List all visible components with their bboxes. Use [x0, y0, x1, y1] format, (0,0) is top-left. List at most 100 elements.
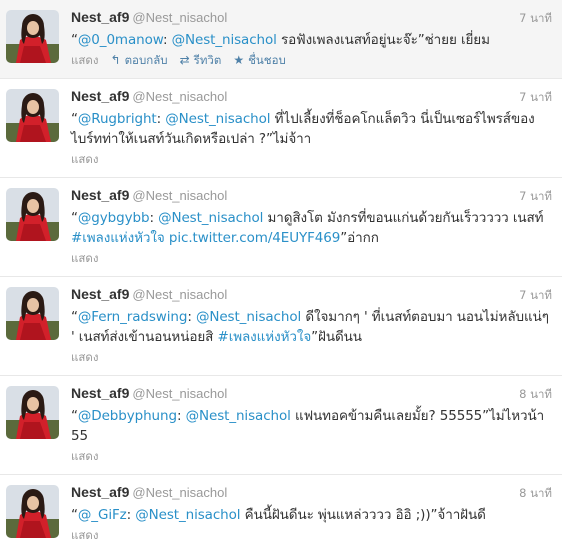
user-name[interactable]: Nest_af9: [71, 286, 129, 302]
tweet-text-segment: :: [126, 507, 136, 523]
tweet-text-segment: “: [71, 507, 78, 523]
tweet-timeline: Nest_af9 @Nest_nisachol 7 นาที “@0_0manow: …: [0, 0, 562, 553]
tweet-text-segment: “: [71, 210, 78, 226]
tweet-link[interactable]: @0_0manow: [78, 32, 163, 48]
tweet-link[interactable]: pic.twitter.com/4EUYF469: [169, 230, 340, 246]
avatar[interactable]: [6, 485, 59, 538]
tweet-text: “@0_0manow: @Nest_nisachol รอฟังเพลงเนสท…: [71, 28, 552, 50]
tweet-content: Nest_af9 @Nest_nisachol 7 นาที “@0_0manow: …: [71, 6, 552, 70]
tweet-link[interactable]: @Nest_nisachol: [172, 32, 277, 48]
user-name[interactable]: Nest_af9: [71, 385, 129, 401]
tweet-item: Nest_af9 @Nest_nisachol 7 นาที “@Fern_radsw…: [0, 277, 562, 376]
show-label: แสดง: [71, 350, 99, 364]
show-button[interactable]: แสดง: [71, 527, 99, 545]
tweet-text: “@Fern_radswing: @Nest_nisachol ดีใจมากๆ…: [71, 305, 552, 347]
tweet-header: Nest_af9 @Nest_nisachol 7 นาที: [71, 283, 552, 305]
tweet-timestamp[interactable]: 7 นาที: [519, 287, 552, 305]
retweet-icon: ⇄: [179, 53, 190, 67]
tweet-actions: แสดง: [71, 151, 552, 169]
retweet-label: รีทวิต: [193, 53, 222, 67]
tweet-timestamp[interactable]: 7 นาที: [519, 10, 552, 28]
tweet-text: “@gybgybb: @Nest_nisachol มาดูสิงโต มังก…: [71, 206, 552, 248]
tweet-text-segment: “: [71, 32, 78, 48]
avatar[interactable]: [6, 89, 59, 142]
tweet-link[interactable]: @Nest_nisachol: [135, 507, 240, 523]
tweet-text-segment: :: [162, 32, 172, 48]
tweet-actions: แสดง ↰ ตอบกลับ ⇄ รีทวิต ★ ชื่นชอบ: [71, 52, 552, 70]
tweet-item: Nest_af9 @Nest_nisachol 7 นาที “@gybgybb: @…: [0, 178, 562, 277]
star-icon: ★: [233, 53, 245, 67]
tweet-text-segment: :: [176, 408, 186, 424]
show-button[interactable]: แสดง: [71, 250, 99, 268]
user-handle[interactable]: @Nest_nisachol: [132, 485, 227, 500]
user-handle[interactable]: @Nest_nisachol: [132, 89, 227, 104]
tweet-header: Nest_af9 @Nest_nisachol 7 นาที: [71, 6, 552, 28]
tweet-timestamp[interactable]: 7 นาที: [519, 188, 552, 206]
tweet-link[interactable]: @Debbyphung: [78, 408, 177, 424]
tweet-text-segment: :: [149, 210, 159, 226]
show-button[interactable]: แสดง: [71, 52, 99, 70]
tweet-link[interactable]: @Rugbright: [78, 111, 157, 127]
tweet-link[interactable]: @Nest_nisachol: [186, 408, 291, 424]
tweet-content: Nest_af9 @Nest_nisachol 7 นาที “@Fern_radsw…: [71, 283, 552, 367]
tweet-actions: แสดง: [71, 527, 552, 545]
show-button[interactable]: แสดง: [71, 151, 99, 169]
show-label: แสดง: [71, 53, 99, 67]
tweet-text: “@Rugbright: @Nest_nisachol ที่ไปเลี้ยงท…: [71, 107, 552, 149]
reply-label: ตอบกลับ: [124, 53, 168, 67]
tweet-link[interactable]: @Nest_nisachol: [196, 309, 301, 325]
tweet-link[interactable]: @Fern_radswing: [78, 309, 188, 325]
tweet-link[interactable]: @Nest_nisachol: [158, 210, 263, 226]
tweet-text-segment: ”อ่ากก: [340, 230, 379, 246]
tweet-link[interactable]: @_GiFz: [78, 507, 127, 523]
tweet-text: “@Debbyphung: @Nest_nisachol แฟนทอคข้ามค…: [71, 404, 552, 446]
tweet-item: Nest_af9 @Nest_nisachol 8 นาที “@Debbyphung…: [0, 376, 562, 475]
tweet-text-segment: รอฟังเพลงเนสท์อยู่นะจ๊ะ”ช่ายย เยี่ยม: [276, 32, 490, 48]
tweet-header: Nest_af9 @Nest_nisachol 8 นาที: [71, 382, 552, 404]
avatar[interactable]: [6, 287, 59, 340]
user-handle[interactable]: @Nest_nisachol: [132, 10, 227, 25]
favorite-button[interactable]: ★ ชื่นชอบ: [233, 52, 285, 70]
user-handle[interactable]: @Nest_nisachol: [132, 386, 227, 401]
tweet-text-segment: มาดูสิงโต มังกรที่ขอนแก่นด้วยกันเร็ววววว…: [263, 210, 544, 226]
tweet-content: Nest_af9 @Nest_nisachol 8 นาที “@Debbyphung…: [71, 382, 552, 466]
avatar[interactable]: [6, 10, 59, 63]
tweet-text-segment: คืนนี้ฝันดีนะ พุ่นแหล่วววว อิอิ ;))”จ้าา…: [240, 507, 486, 523]
tweet-link[interactable]: @gybgybb: [78, 210, 150, 226]
tweet-timestamp[interactable]: 8 นาที: [519, 485, 552, 503]
show-label: แสดง: [71, 251, 99, 265]
avatar[interactable]: [6, 188, 59, 241]
user-name[interactable]: Nest_af9: [71, 484, 129, 500]
tweet-item: Nest_af9 @Nest_nisachol 7 นาที “@0_0manow: …: [0, 0, 562, 79]
favorite-label: ชื่นชอบ: [248, 53, 286, 67]
user-name[interactable]: Nest_af9: [71, 88, 129, 104]
tweet-timestamp[interactable]: 7 นาที: [519, 89, 552, 107]
show-button[interactable]: แสดง: [71, 448, 99, 466]
show-label: แสดง: [71, 528, 99, 542]
tweet-header: Nest_af9 @Nest_nisachol 7 นาที: [71, 85, 552, 107]
avatar[interactable]: [6, 386, 59, 439]
user-name[interactable]: Nest_af9: [71, 187, 129, 203]
user-handle[interactable]: @Nest_nisachol: [132, 287, 227, 302]
tweet-text-segment: “: [71, 309, 78, 325]
reply-button[interactable]: ↰ ตอบกลับ: [111, 52, 168, 70]
tweet-actions: แสดง: [71, 250, 552, 268]
user-handle[interactable]: @Nest_nisachol: [132, 188, 227, 203]
tweet-timestamp[interactable]: 8 นาที: [519, 386, 552, 404]
tweet-header: Nest_af9 @Nest_nisachol 8 นาที: [71, 481, 552, 503]
tweet-actions: แสดง: [71, 448, 552, 466]
user-name[interactable]: Nest_af9: [71, 9, 129, 25]
show-button[interactable]: แสดง: [71, 349, 99, 367]
tweet-text-segment: :: [187, 309, 196, 325]
retweet-button[interactable]: ⇄ รีทวิต: [180, 52, 222, 70]
tweet-text: “@_GiFz: @Nest_nisachol คืนนี้ฝันดีนะ พุ…: [71, 503, 552, 525]
tweet-text-segment: “: [71, 408, 78, 424]
tweet-item: Nest_af9 @Nest_nisachol 7 นาที “@Rugbright:…: [0, 79, 562, 178]
tweet-link[interactable]: @Nest_nisachol: [165, 111, 270, 127]
tweet-text-segment: “: [71, 111, 78, 127]
tweet-link[interactable]: #เพลงแห่งหัวใจ: [71, 230, 165, 246]
show-label: แสดง: [71, 152, 99, 166]
tweet-link[interactable]: #เพลงแห่งหัวใจ: [217, 329, 311, 345]
tweet-content: Nest_af9 @Nest_nisachol 7 นาที “@Rugbright:…: [71, 85, 552, 169]
tweet-item: Nest_af9 @Nest_nisachol 8 นาที “@_GiFz: @Ne…: [0, 475, 562, 553]
